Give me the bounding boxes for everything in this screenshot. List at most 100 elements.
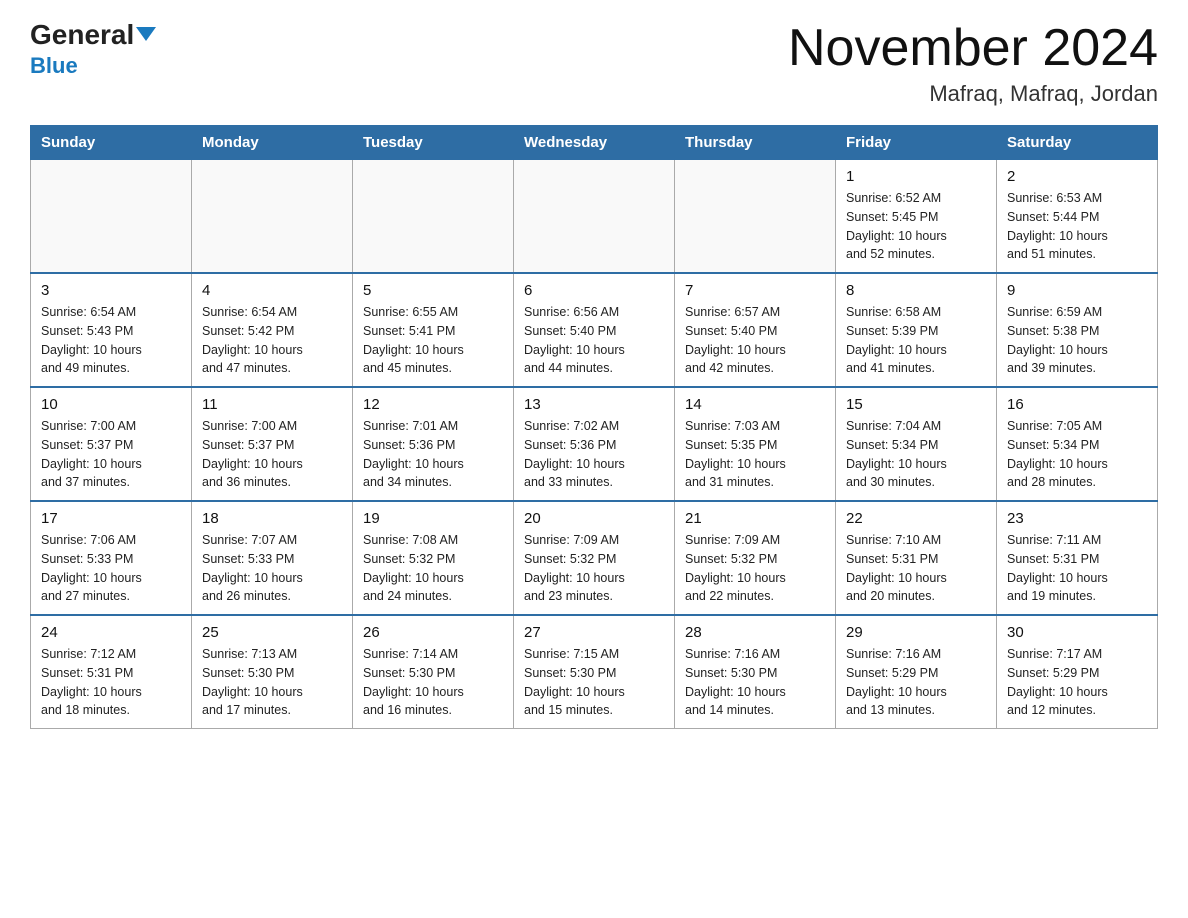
day-number: 6 — [524, 282, 664, 299]
calendar-cell: 4 Sunrise: 6:54 AM Sunset: 5:42 PM Daylig… — [192, 273, 353, 387]
header-sunday: Sunday — [31, 126, 192, 160]
calendar-cell: 13Sunrise: 7:02 AM Sunset: 5:36 PM Dayli… — [514, 387, 675, 501]
calendar-title: November 2024 — [788, 20, 1158, 77]
cell-info: Sunrise: 7:00 AM Sunset: 5:37 PM Dayligh… — [41, 417, 181, 492]
calendar-cell: 16Sunrise: 7:05 AM Sunset: 5:34 PM Dayli… — [997, 387, 1158, 501]
day-number: 26 — [363, 624, 503, 641]
cell-info: Sunrise: 7:12 AM Sunset: 5:31 PM Dayligh… — [41, 645, 181, 720]
logo-text: General — [30, 20, 156, 51]
title-area: November 2024 Mafraq, Mafraq, Jordan — [788, 20, 1158, 107]
day-number: 29 — [846, 624, 986, 641]
calendar-cell: 5 Sunrise: 6:55 AM Sunset: 5:41 PM Daylig… — [353, 273, 514, 387]
cell-info: Sunrise: 7:03 AM Sunset: 5:35 PM Dayligh… — [685, 417, 825, 492]
cell-info: Sunrise: 6:56 AM Sunset: 5:40 PM Dayligh… — [524, 303, 664, 378]
cell-info: Sunrise: 7:09 AM Sunset: 5:32 PM Dayligh… — [524, 531, 664, 606]
calendar-cell: 30Sunrise: 7:17 AM Sunset: 5:29 PM Dayli… — [997, 615, 1158, 729]
day-number: 3 — [41, 282, 181, 299]
calendar-cell: 3 Sunrise: 6:54 AM Sunset: 5:43 PM Daylig… — [31, 273, 192, 387]
day-number: 20 — [524, 510, 664, 527]
calendar-cell: 1Sunrise: 6:52 AM Sunset: 5:45 PM Daylig… — [836, 160, 997, 274]
cell-info: Sunrise: 6:58 AM Sunset: 5:39 PM Dayligh… — [846, 303, 986, 378]
day-number: 10 — [41, 396, 181, 413]
day-number: 30 — [1007, 624, 1147, 641]
cell-info: Sunrise: 7:15 AM Sunset: 5:30 PM Dayligh… — [524, 645, 664, 720]
day-number: 5 — [363, 282, 503, 299]
cell-info: Sunrise: 6:53 AM Sunset: 5:44 PM Dayligh… — [1007, 189, 1147, 264]
cell-info: Sunrise: 7:13 AM Sunset: 5:30 PM Dayligh… — [202, 645, 342, 720]
header-monday: Monday — [192, 126, 353, 160]
cell-info: Sunrise: 7:04 AM Sunset: 5:34 PM Dayligh… — [846, 417, 986, 492]
calendar-cell: 23 Sunrise: 7:11 AM Sunset: 5:31 PM Dayli… — [997, 501, 1158, 615]
header-area: General Blue November 2024 Mafraq, Mafra… — [30, 20, 1158, 107]
cell-info: Sunrise: 6:59 AM Sunset: 5:38 PM Dayligh… — [1007, 303, 1147, 378]
calendar-cell: 21 Sunrise: 7:09 AM Sunset: 5:32 PM Dayli… — [675, 501, 836, 615]
header-row: Sunday Monday Tuesday Wednesday Thursday… — [31, 126, 1158, 160]
calendar-cell: 6 Sunrise: 6:56 AM Sunset: 5:40 PM Daylig… — [514, 273, 675, 387]
day-number: 19 — [363, 510, 503, 527]
day-number: 1 — [846, 168, 986, 185]
calendar-week-row: 1Sunrise: 6:52 AM Sunset: 5:45 PM Daylig… — [31, 160, 1158, 274]
cell-info: Sunrise: 7:08 AM Sunset: 5:32 PM Dayligh… — [363, 531, 503, 606]
calendar-location: Mafraq, Mafraq, Jordan — [788, 81, 1158, 107]
calendar-cell: 14 Sunrise: 7:03 AM Sunset: 5:35 PM Dayli… — [675, 387, 836, 501]
day-number: 2 — [1007, 168, 1147, 185]
calendar-cell: 17Sunrise: 7:06 AM Sunset: 5:33 PM Dayli… — [31, 501, 192, 615]
day-number: 27 — [524, 624, 664, 641]
calendar-table: Sunday Monday Tuesday Wednesday Thursday… — [30, 125, 1158, 729]
cell-info: Sunrise: 7:16 AM Sunset: 5:30 PM Dayligh… — [685, 645, 825, 720]
calendar-cell — [675, 160, 836, 274]
calendar-week-row: 3 Sunrise: 6:54 AM Sunset: 5:43 PM Daylig… — [31, 273, 1158, 387]
calendar-cell: 18Sunrise: 7:07 AM Sunset: 5:33 PM Dayli… — [192, 501, 353, 615]
cell-info: Sunrise: 6:54 AM Sunset: 5:42 PM Dayligh… — [202, 303, 342, 378]
calendar-cell: 24 Sunrise: 7:12 AM Sunset: 5:31 PM Dayli… — [31, 615, 192, 729]
calendar-cell: 2 Sunrise: 6:53 AM Sunset: 5:44 PM Daylig… — [997, 160, 1158, 274]
calendar-cell: 10 Sunrise: 7:00 AM Sunset: 5:37 PM Dayli… — [31, 387, 192, 501]
day-number: 24 — [41, 624, 181, 641]
header-friday: Friday — [836, 126, 997, 160]
day-number: 23 — [1007, 510, 1147, 527]
calendar-cell — [31, 160, 192, 274]
logo-subtitle: Blue — [30, 53, 78, 79]
calendar-cell: 19 Sunrise: 7:08 AM Sunset: 5:32 PM Dayli… — [353, 501, 514, 615]
cell-info: Sunrise: 6:54 AM Sunset: 5:43 PM Dayligh… — [41, 303, 181, 378]
cell-info: Sunrise: 7:11 AM Sunset: 5:31 PM Dayligh… — [1007, 531, 1147, 606]
day-number: 16 — [1007, 396, 1147, 413]
logo: General Blue — [30, 20, 156, 79]
day-number: 28 — [685, 624, 825, 641]
calendar-cell: 7 Sunrise: 6:57 AM Sunset: 5:40 PM Daylig… — [675, 273, 836, 387]
logo-triangle-icon — [136, 27, 156, 41]
cell-info: Sunrise: 6:55 AM Sunset: 5:41 PM Dayligh… — [363, 303, 503, 378]
day-number: 15 — [846, 396, 986, 413]
calendar-cell: 22Sunrise: 7:10 AM Sunset: 5:31 PM Dayli… — [836, 501, 997, 615]
day-number: 14 — [685, 396, 825, 413]
cell-info: Sunrise: 7:16 AM Sunset: 5:29 PM Dayligh… — [846, 645, 986, 720]
cell-info: Sunrise: 7:09 AM Sunset: 5:32 PM Dayligh… — [685, 531, 825, 606]
calendar-cell — [514, 160, 675, 274]
cell-info: Sunrise: 7:00 AM Sunset: 5:37 PM Dayligh… — [202, 417, 342, 492]
header-tuesday: Tuesday — [353, 126, 514, 160]
calendar-cell: 15 Sunrise: 7:04 AM Sunset: 5:34 PM Dayli… — [836, 387, 997, 501]
calendar-cell: 9 Sunrise: 6:59 AM Sunset: 5:38 PM Daylig… — [997, 273, 1158, 387]
header-wednesday: Wednesday — [514, 126, 675, 160]
header-saturday: Saturday — [997, 126, 1158, 160]
calendar-cell — [192, 160, 353, 274]
cell-info: Sunrise: 6:57 AM Sunset: 5:40 PM Dayligh… — [685, 303, 825, 378]
calendar-cell: 20 Sunrise: 7:09 AM Sunset: 5:32 PM Dayli… — [514, 501, 675, 615]
cell-info: Sunrise: 7:06 AM Sunset: 5:33 PM Dayligh… — [41, 531, 181, 606]
day-number: 7 — [685, 282, 825, 299]
cell-info: Sunrise: 7:10 AM Sunset: 5:31 PM Dayligh… — [846, 531, 986, 606]
day-number: 4 — [202, 282, 342, 299]
day-number: 18 — [202, 510, 342, 527]
day-number: 12 — [363, 396, 503, 413]
day-number: 21 — [685, 510, 825, 527]
calendar-cell: 28 Sunrise: 7:16 AM Sunset: 5:30 PM Dayli… — [675, 615, 836, 729]
day-number: 11 — [202, 396, 342, 413]
calendar-cell: 11 Sunrise: 7:00 AM Sunset: 5:37 PM Dayli… — [192, 387, 353, 501]
calendar-cell: 26 Sunrise: 7:14 AM Sunset: 5:30 PM Dayli… — [353, 615, 514, 729]
calendar-cell: 12Sunrise: 7:01 AM Sunset: 5:36 PM Dayli… — [353, 387, 514, 501]
cell-info: Sunrise: 7:14 AM Sunset: 5:30 PM Dayligh… — [363, 645, 503, 720]
day-number: 9 — [1007, 282, 1147, 299]
calendar-week-row: 10 Sunrise: 7:00 AM Sunset: 5:37 PM Dayli… — [31, 387, 1158, 501]
day-number: 25 — [202, 624, 342, 641]
calendar-week-row: 17Sunrise: 7:06 AM Sunset: 5:33 PM Dayli… — [31, 501, 1158, 615]
